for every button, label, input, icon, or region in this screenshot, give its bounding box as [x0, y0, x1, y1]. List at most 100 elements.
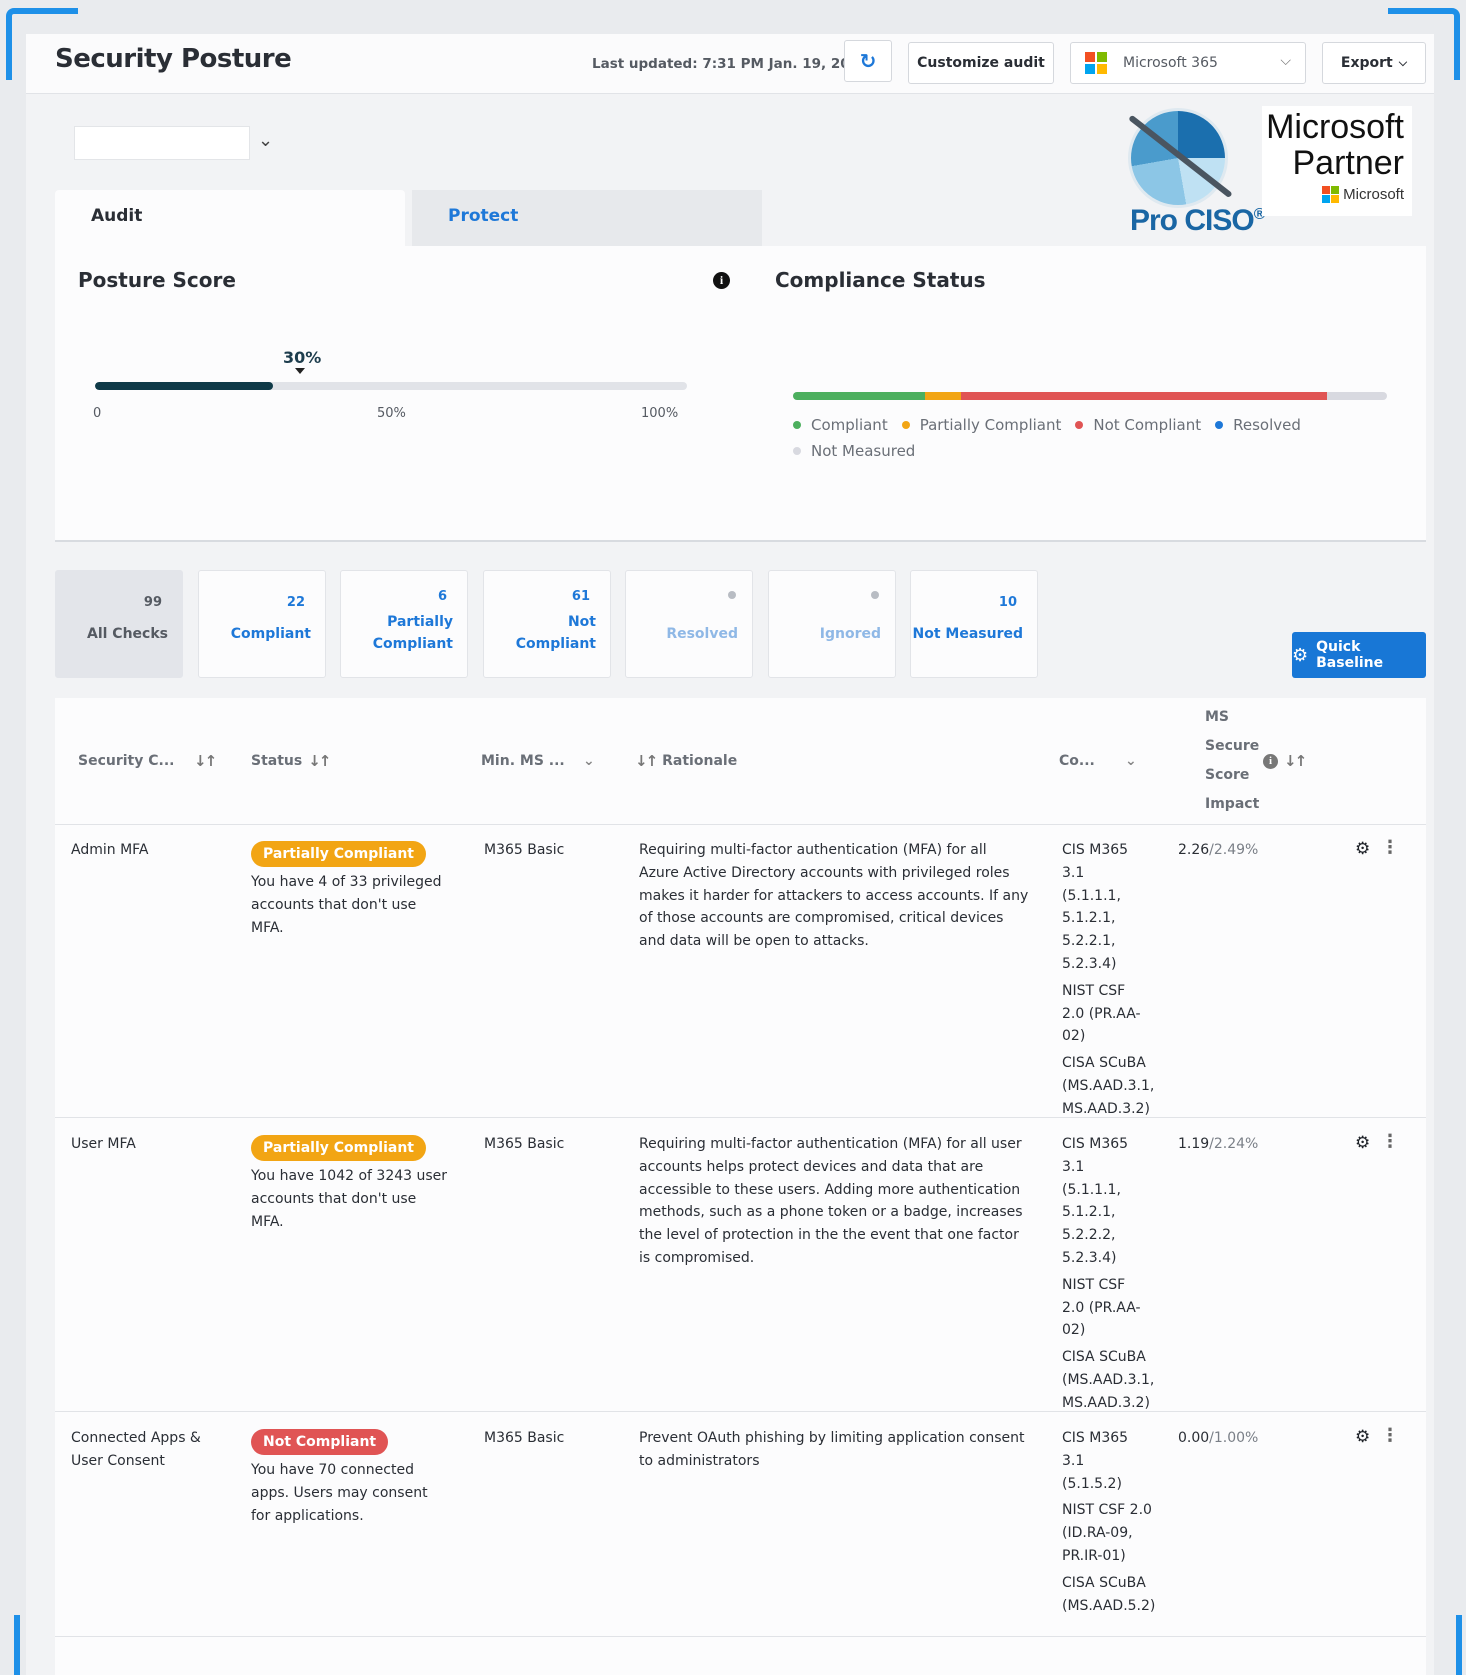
sort-icon[interactable]: ↓↑ — [635, 752, 658, 770]
row-min-ms: M365 Basic — [484, 1430, 565, 1446]
tenant-selector-label: Microsoft 365 — [1123, 55, 1218, 71]
column-ms-secure-score-impact[interactable]: MS Secure Score Impact — [1205, 698, 1259, 824]
filter-all-checks[interactable]: 99 All Checks — [55, 570, 183, 678]
filter-not-compliant[interactable]: 61 Not Compliant — [483, 570, 611, 678]
partner-line1: Microsoft — [1266, 108, 1404, 146]
export-label: Export — [1340, 55, 1393, 71]
legend-item-not-measured: Not Measured — [793, 442, 915, 460]
row-control-name[interactable]: Connected Apps & User Consent — [71, 1427, 221, 1473]
filter-label: Not Measured — [912, 626, 1024, 642]
info-icon[interactable]: i — [1263, 753, 1278, 769]
score-panel: Posture Score i 30% 0 50% 100% Complianc… — [55, 246, 1426, 542]
legend-label: Compliant — [811, 416, 888, 434]
column-security-control[interactable]: Security C... ↓↑ — [78, 698, 228, 824]
posture-score-title: Posture Score — [78, 268, 236, 292]
posture-score-fill — [95, 382, 273, 390]
compliance-legend: Compliant Partially Compliant Not Complian… — [793, 416, 1353, 460]
sort-icon[interactable]: ↓↑ — [1284, 752, 1307, 770]
filter-label: Partially Compliant — [372, 614, 453, 652]
checks-table: Security C... ↓↑ Status ↓↑ Min. MS ... ⌄… — [55, 698, 1426, 1675]
filter-label: All Checks — [87, 626, 168, 642]
row-frameworks: CIS M365 3.1 (5.1.1.1, 5.1.2.1, 5.2.2.2,… — [1062, 1136, 1155, 1411]
quick-baseline-button[interactable]: ⚙ Quick Baseline — [1292, 632, 1426, 678]
table-row: User MFA Partially Compliant You have 10… — [55, 1119, 1426, 1412]
row-impact: 0.00/1.00% — [1178, 1430, 1259, 1446]
row-min-ms: M365 Basic — [484, 842, 565, 858]
filter-ignored[interactable]: Ignored — [768, 570, 896, 678]
filter-count: 99 — [143, 595, 162, 610]
export-button[interactable]: Export ⌵ — [1322, 42, 1426, 84]
gear-icon[interactable]: ⚙ — [1355, 1427, 1370, 1447]
empty-count-dot — [871, 591, 879, 599]
sort-icon[interactable]: ↓↑ — [308, 752, 331, 770]
filter-not-measured[interactable]: 10 Not Measured — [910, 570, 1038, 678]
legend-dot-icon — [901, 421, 910, 429]
filter-compliant[interactable]: 22 Compliant — [198, 570, 326, 678]
row-frameworks: CIS M365 3.1 (5.1.5.2) NIST CSF 2.0 (ID.… — [1062, 1430, 1156, 1614]
procis-logo-text: Pro CISO® — [1130, 204, 1265, 237]
row-impact: 2.26/2.49% — [1178, 842, 1259, 858]
compliance-segment-not-measured — [1326, 392, 1387, 400]
compliance-segment-compliant — [793, 392, 925, 400]
filter-label: Resolved — [666, 626, 738, 642]
sort-icon[interactable]: ↓↑ — [194, 752, 217, 770]
column-rationale[interactable]: ↓↑ Rationale — [635, 698, 737, 824]
table-row: Connected Apps & User Consent Not Compli… — [55, 1413, 1426, 1637]
tab-protect[interactable]: Protect — [412, 190, 762, 246]
status-badge: Partially Compliant — [251, 841, 426, 867]
legend-item-resolved: Resolved — [1215, 416, 1301, 434]
table-row: Admin MFA Partially Compliant You have 4… — [55, 825, 1426, 1118]
gear-icon[interactable]: ⚙ — [1355, 839, 1370, 859]
more-options-icon[interactable]: ⋮ — [1381, 1425, 1399, 1446]
page-title: Security Posture — [55, 44, 292, 74]
column-status[interactable]: Status ↓↑ — [251, 698, 331, 824]
compliance-status-bar — [793, 392, 1387, 400]
more-options-icon[interactable]: ⋮ — [1381, 837, 1399, 858]
scope-select[interactable] — [74, 126, 250, 160]
info-icon[interactable]: i — [713, 272, 730, 289]
tab-audit[interactable]: Audit — [55, 190, 405, 246]
compliance-segment-not-compliant — [960, 392, 1327, 400]
row-control-name[interactable]: Admin MFA — [71, 839, 221, 862]
refresh-button[interactable]: ↻ — [844, 40, 892, 82]
chevron-down-icon[interactable]: ⌄ — [1125, 753, 1137, 769]
filter-count: 6 — [437, 589, 447, 604]
app-frame: Security Posture Last updated: 7:31 PM J… — [26, 34, 1434, 1675]
legend-label: Not Compliant — [1093, 416, 1202, 434]
row-rationale: Requiring multi-factor authentication (M… — [639, 842, 1029, 950]
gear-icon[interactable]: ⚙ — [1355, 1133, 1370, 1153]
filter-label: Ignored — [819, 626, 881, 642]
microsoft-partner-badge: Microsoft Partner Microsoft — [1262, 106, 1412, 216]
column-compliance[interactable]: Co... ⌄ — [1059, 698, 1137, 824]
filter-resolved[interactable]: Resolved — [625, 570, 753, 678]
compliance-segment-partially-compliant — [924, 392, 961, 400]
posture-score-value: 30% — [283, 348, 322, 367]
legend-item-partially-compliant: Partially Compliant — [901, 416, 1062, 434]
empty-count-dot — [728, 591, 736, 599]
legend-label: Partially Compliant — [919, 416, 1062, 434]
legend-dot-icon — [1075, 421, 1084, 429]
filter-label: Not Compliant — [515, 614, 596, 652]
column-min-ms[interactable]: Min. MS ... ⌄ — [481, 698, 595, 824]
row-status-text: You have 1042 of 3243 user accounts that… — [251, 1168, 448, 1230]
row-status: Partially Compliant You have 1042 of 324… — [251, 1135, 451, 1233]
partner-line2: Partner — [1292, 144, 1405, 182]
filter-partially-compliant[interactable]: 6 Partially Compliant — [340, 570, 468, 678]
microsoft-logo-icon — [1322, 186, 1340, 203]
top-bar: Security Posture Last updated: 7:31 PM J… — [26, 34, 1434, 94]
tenant-selector-dropdown[interactable]: Microsoft 365 ⌵ — [1070, 42, 1306, 84]
row-status-text: You have 4 of 33 privileged accounts tha… — [251, 874, 442, 936]
legend-label: Resolved — [1233, 416, 1301, 434]
filter-label: Compliant — [230, 626, 311, 642]
legend-dot-icon — [1215, 421, 1224, 429]
chevron-down-icon[interactable]: ⌄ — [583, 753, 595, 769]
row-control-name[interactable]: User MFA — [71, 1133, 221, 1156]
customize-audit-button[interactable]: Customize audit — [908, 42, 1054, 84]
more-options-icon[interactable]: ⋮ — [1381, 1131, 1399, 1152]
legend-label: Not Measured — [811, 442, 916, 460]
chevron-down-icon[interactable]: ⌄ — [258, 130, 273, 151]
legend-dot-icon — [793, 421, 801, 429]
legend-dot-icon — [793, 447, 801, 455]
chevron-down-icon: ⌵ — [1280, 53, 1291, 69]
row-impact: 1.19/2.24% — [1178, 1136, 1259, 1152]
